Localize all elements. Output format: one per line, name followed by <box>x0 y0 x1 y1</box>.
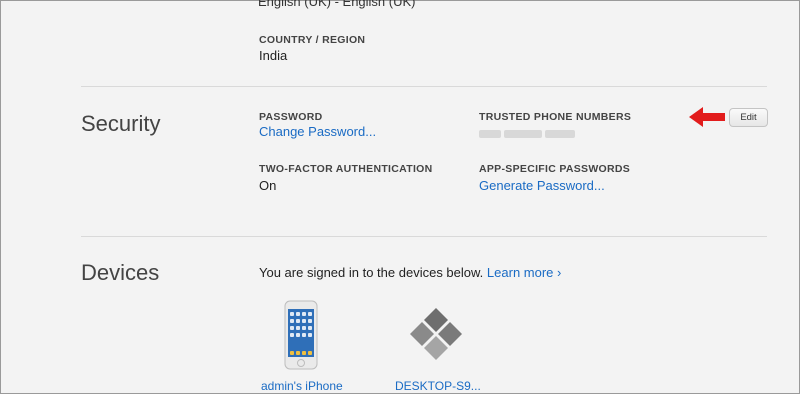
masked-phone-number <box>479 125 579 138</box>
device-name-iphone[interactable]: admin's iPhone <box>261 379 343 393</box>
red-arrow-annotation-icon <box>689 107 725 127</box>
section-divider <box>81 86 767 87</box>
country-region-label: COUNTRY / REGION <box>259 34 366 46</box>
page-frame <box>0 0 800 394</box>
change-password-link[interactable]: Change Password... <box>259 124 376 139</box>
country-region-value: India <box>259 48 288 63</box>
learn-more-link[interactable]: Learn more › <box>487 265 561 280</box>
security-section-title: Security <box>81 111 161 136</box>
language-value: English (UK) - English (UK) <box>258 0 416 9</box>
windows-pc-icon[interactable] <box>408 306 464 366</box>
password-label: PASSWORD <box>259 111 323 123</box>
devices-section-title: Devices <box>81 260 160 285</box>
trusted-phone-numbers-label: TRUSTED PHONE NUMBERS <box>479 111 632 123</box>
iphone-icon[interactable] <box>284 300 318 370</box>
app-specific-passwords-label: APP-SPECIFIC PASSWORDS <box>479 163 631 175</box>
generate-password-link[interactable]: Generate Password... <box>479 178 605 193</box>
edit-trusted-numbers-button[interactable]: Edit <box>729 108 768 127</box>
two-factor-value: On <box>259 178 277 193</box>
devices-intro-label: You are signed in to the devices below. <box>259 265 484 280</box>
section-divider <box>81 236 767 237</box>
two-factor-label: TWO-FACTOR AUTHENTICATION <box>259 163 433 175</box>
device-name-desktop[interactable]: DESKTOP-S9... <box>395 379 481 393</box>
devices-intro-text: You are signed in to the devices below. … <box>259 265 561 280</box>
